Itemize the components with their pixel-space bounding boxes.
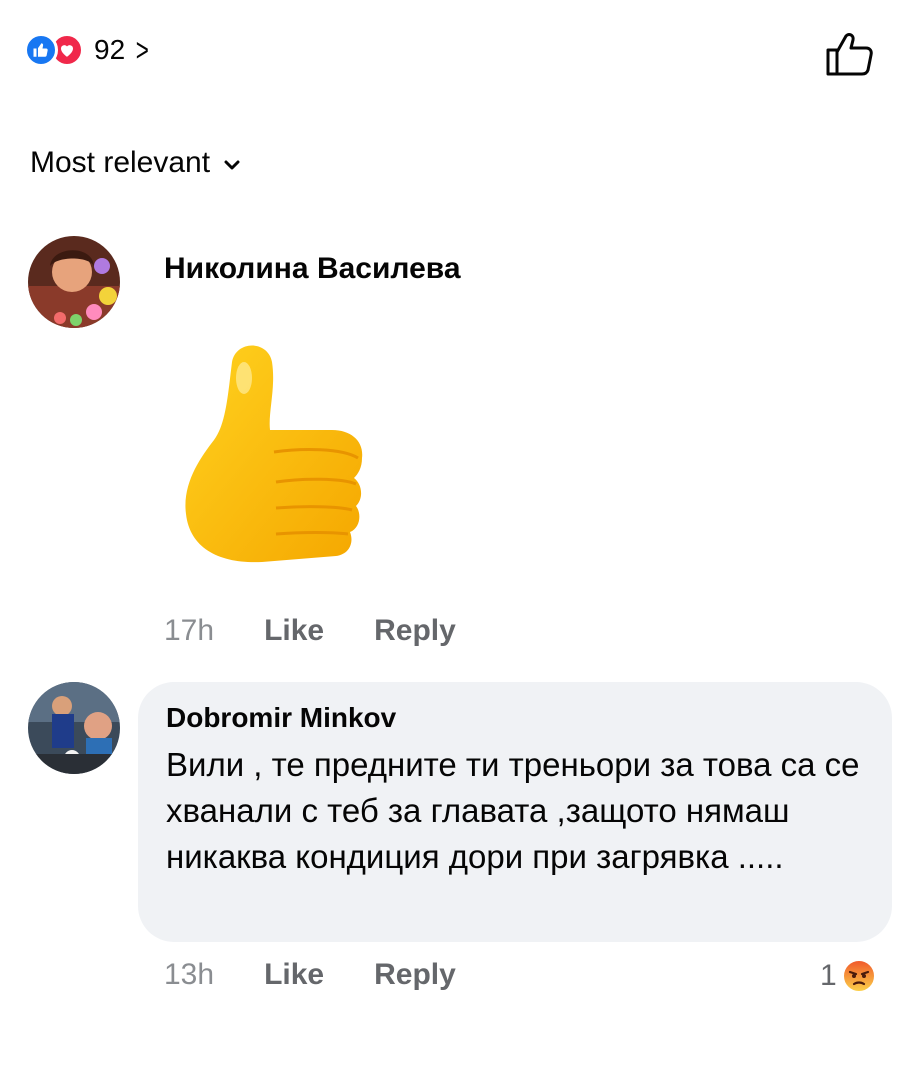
comment-actions: 17h Like Reply	[164, 614, 456, 648]
chevron-right-icon: >	[135, 32, 150, 68]
comment-author[interactable]: Николина Василева	[164, 252, 461, 286]
comment-reaction-count: 1	[820, 959, 837, 992]
reactions-summary[interactable]: 92 >	[24, 30, 152, 70]
like-reaction-icon	[24, 33, 58, 67]
angry-icon	[841, 959, 876, 993]
comment-time: 13h	[164, 958, 215, 991]
comment-reactions[interactable]: 1	[820, 958, 877, 994]
like-comment-button[interactable]: Like	[264, 958, 324, 992]
reply-button[interactable]: Reply	[374, 958, 456, 992]
comment-bubble: Dobromir Minkov Вили , те предните ти тр…	[138, 682, 892, 942]
thumbs-up-outline-icon	[826, 33, 873, 76]
like-post-button[interactable]	[824, 30, 876, 78]
reply-button[interactable]: Reply	[374, 614, 456, 648]
like-comment-button[interactable]: Like	[264, 614, 324, 648]
comment-text: Вили , те предните ти треньори за това с…	[166, 746, 860, 875]
avatar[interactable]	[28, 236, 120, 328]
avatar[interactable]	[28, 682, 120, 774]
thumbs-up-icon	[182, 338, 372, 570]
comment-actions: 13h Like Reply	[164, 958, 456, 992]
reaction-count: 92	[94, 34, 126, 65]
sort-label: Most relevant	[30, 146, 211, 179]
comment-time: 17h	[164, 614, 215, 647]
chevron-down-icon	[224, 160, 240, 170]
sort-dropdown[interactable]: Most relevant	[30, 146, 240, 180]
comment-author[interactable]: Dobromir Minkov	[166, 700, 864, 736]
